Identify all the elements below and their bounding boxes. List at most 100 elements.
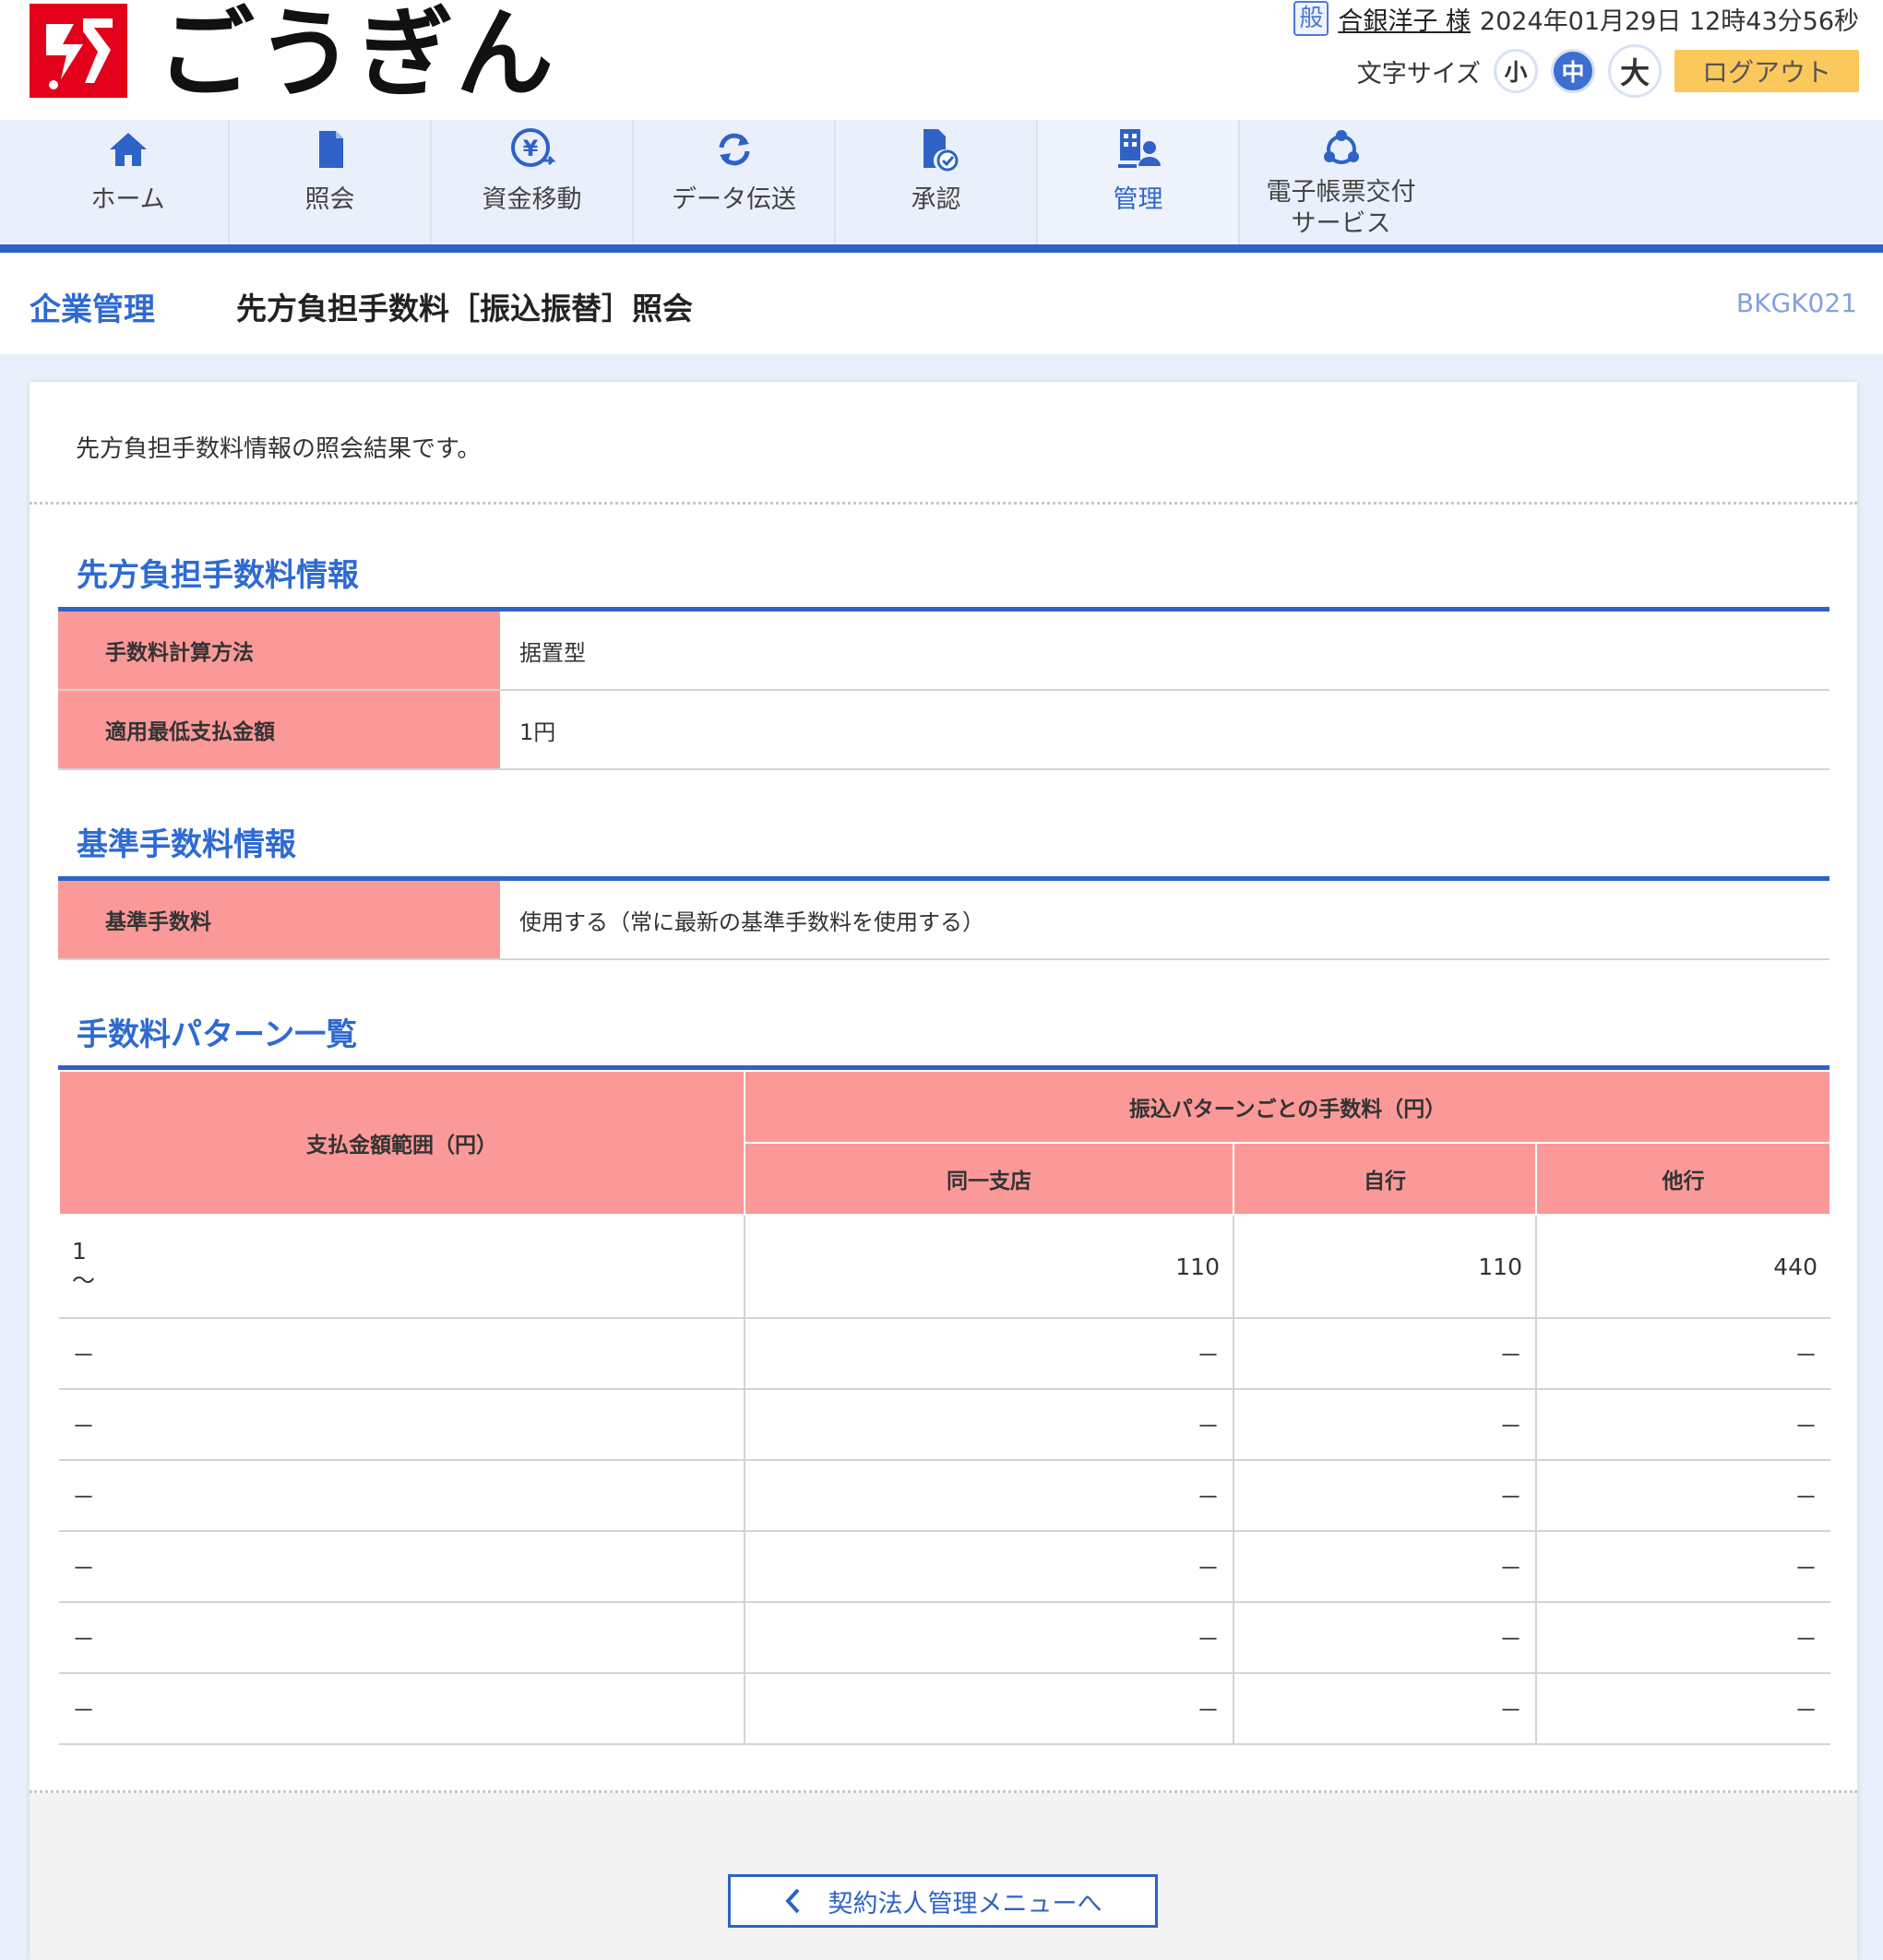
font-size-medium-button[interactable]: 中: [1551, 49, 1595, 93]
nav-item-approval[interactable]: 承認: [836, 120, 1038, 244]
network-icon: [1323, 130, 1359, 164]
row-value: 据置型: [519, 639, 586, 666]
nav-label: 資金移動: [482, 185, 582, 214]
range-cell: 1 ～: [59, 1215, 745, 1319]
font-size-large-button[interactable]: 大: [1608, 44, 1662, 98]
pattern-list-heading: 手数料パターン一覧: [77, 1016, 358, 1053]
table-row: － － － －: [59, 1673, 1830, 1745]
own-bank-fee: －: [1233, 1602, 1537, 1674]
same-branch-fee: －: [745, 1389, 1234, 1461]
nav-label: 電子帳票交付 サービス: [1267, 177, 1416, 240]
nav-underline: [0, 244, 1883, 253]
own-bank-fee: －: [1233, 1460, 1537, 1532]
other-bank-fee: －: [1536, 1531, 1830, 1603]
range-from: 1: [72, 1238, 87, 1265]
other-bank-fee: －: [1536, 1389, 1830, 1461]
chevron-left-icon: [784, 1888, 799, 1914]
row-value: 使用する（常に最新の基準手数料を使用する）: [519, 909, 984, 935]
own-bank-fee: 110: [1233, 1215, 1537, 1319]
range-cell: －: [59, 1602, 745, 1674]
table-row: － － － －: [59, 1318, 1830, 1390]
sync-icon: [719, 133, 749, 166]
login-datetime: 2024年01月29日 12時43分56秒: [1479, 6, 1859, 36]
section-label: 企業管理: [30, 291, 155, 328]
fee-pattern-table: 支払金額範囲（円） 振込パターンごとの手数料（円） 同一支店 自行 他行 1 ～…: [58, 1070, 1831, 1745]
nav-label: 承認: [911, 185, 961, 214]
own-bank-fee: －: [1233, 1318, 1537, 1390]
own-bank-fee: －: [1233, 1531, 1537, 1603]
user-info: 般 合銀洋子 様 2024年01月29日 12時43分56秒: [1293, 0, 1859, 37]
yen-transfer-icon: ¥: [510, 128, 556, 167]
range-header: 支払金額範囲（円）: [58, 1070, 745, 1216]
nav-label: 管理: [1113, 185, 1163, 214]
other-bank-fee: －: [1536, 1602, 1830, 1674]
fee-calc-method-row: 手数料計算方法 据置型: [58, 612, 1829, 691]
row-value: 1円: [519, 719, 556, 745]
other-bank-header: 他行: [1535, 1142, 1831, 1216]
base-fee-row: 基準手数料 使用する（常に最新の基準手数料を使用する）: [58, 881, 1829, 960]
nav-label-line2: サービス: [1291, 209, 1391, 238]
own-bank-header: 自行: [1233, 1142, 1537, 1216]
font-size-controls: 文字サイズ 小 中 大 ログアウト: [1357, 44, 1859, 98]
range-cell: －: [59, 1318, 745, 1390]
nav-label-line1: 電子帳票交付: [1266, 178, 1416, 207]
user-name-link[interactable]: 合銀洋子 様: [1338, 1, 1471, 37]
fee-group-header: 振込パターンごとの手数料（円）: [744, 1070, 1831, 1144]
base-fee-heading: 基準手数料情報: [77, 826, 296, 863]
font-size-label: 文字サイズ: [1356, 59, 1481, 89]
row-label: 手数料計算方法: [58, 612, 500, 689]
intro-text: 先方負担手数料情報の照会結果です。: [76, 435, 482, 463]
table-row: 1 ～ 110 110 440: [59, 1215, 1830, 1319]
nav-item-home[interactable]: ホーム: [28, 120, 230, 244]
fee-info-heading: 先方負担手数料情報: [77, 557, 359, 594]
divider: [30, 502, 1857, 505]
gougin-logo-text: ごうぎん: [157, 0, 555, 111]
same-branch-fee: 110: [745, 1215, 1234, 1319]
back-button-label: 契約法人管理メニューへ: [828, 1889, 1102, 1918]
page-title: 先方負担手数料［振込振替］照会: [236, 291, 693, 327]
range-cell: －: [59, 1673, 745, 1745]
document-icon: [318, 131, 343, 168]
nav-item-e-document-service[interactable]: 電子帳票交付 サービス: [1240, 120, 1442, 244]
own-bank-fee: －: [1233, 1389, 1537, 1461]
admin-icon: [1117, 129, 1161, 168]
user-type-badge: 般: [1293, 1, 1329, 36]
logout-button[interactable]: ログアウト: [1674, 50, 1859, 92]
other-bank-fee: 440: [1536, 1215, 1830, 1319]
nav-item-fund-transfer[interactable]: ¥ 資金移動: [432, 120, 634, 244]
same-branch-fee: －: [745, 1318, 1234, 1390]
range-cell: －: [59, 1531, 745, 1603]
min-payment-row: 適用最低支払金額 1円: [58, 691, 1829, 770]
range-cell: －: [59, 1389, 745, 1461]
nav-item-inquiry[interactable]: 照会: [230, 120, 432, 244]
page-header: ごうぎん 般 合銀洋子 様 2024年01月29日 12時43分56秒 文字サイ…: [0, 0, 1883, 120]
same-branch-fee: －: [745, 1460, 1234, 1532]
same-branch-fee: －: [745, 1673, 1234, 1745]
nav-label: 照会: [304, 185, 355, 214]
nav-item-admin[interactable]: 管理: [1038, 120, 1240, 244]
screen-id: BKGK021: [1735, 288, 1857, 318]
same-branch-fee: －: [745, 1531, 1234, 1603]
gougin-logo-mark: [30, 4, 127, 98]
svg-text:¥: ¥: [522, 136, 538, 161]
home-icon: [109, 133, 147, 166]
other-bank-fee: －: [1536, 1673, 1830, 1745]
content-panel: 先方負担手数料情報の照会結果です。 先方負担手数料情報 手数料計算方法 据置型 …: [30, 382, 1857, 1960]
back-to-menu-button[interactable]: 契約法人管理メニューへ: [728, 1874, 1158, 1928]
range-to: ～: [72, 1267, 96, 1294]
nav-label: データ伝送: [672, 185, 796, 214]
table-row: － － － －: [59, 1602, 1830, 1674]
row-label: 基準手数料: [58, 881, 500, 958]
approval-icon: [923, 129, 958, 172]
same-branch-fee: －: [745, 1602, 1234, 1674]
nav-item-data-transfer[interactable]: データ伝送: [634, 120, 836, 244]
table-row: － － － －: [59, 1460, 1830, 1532]
table-row: － － － －: [59, 1531, 1830, 1603]
same-branch-header: 同一支店: [744, 1142, 1234, 1216]
own-bank-fee: －: [1233, 1673, 1537, 1745]
global-nav: ホーム 照会 ¥ 資金移動 データ伝送 承認 管理 電子帳票交付 サービス: [28, 120, 1442, 244]
row-label: 適用最低支払金額: [58, 691, 500, 768]
nav-label: ホーム: [90, 185, 165, 214]
table-row: － － － －: [59, 1389, 1830, 1461]
font-size-small-button[interactable]: 小: [1494, 49, 1538, 93]
